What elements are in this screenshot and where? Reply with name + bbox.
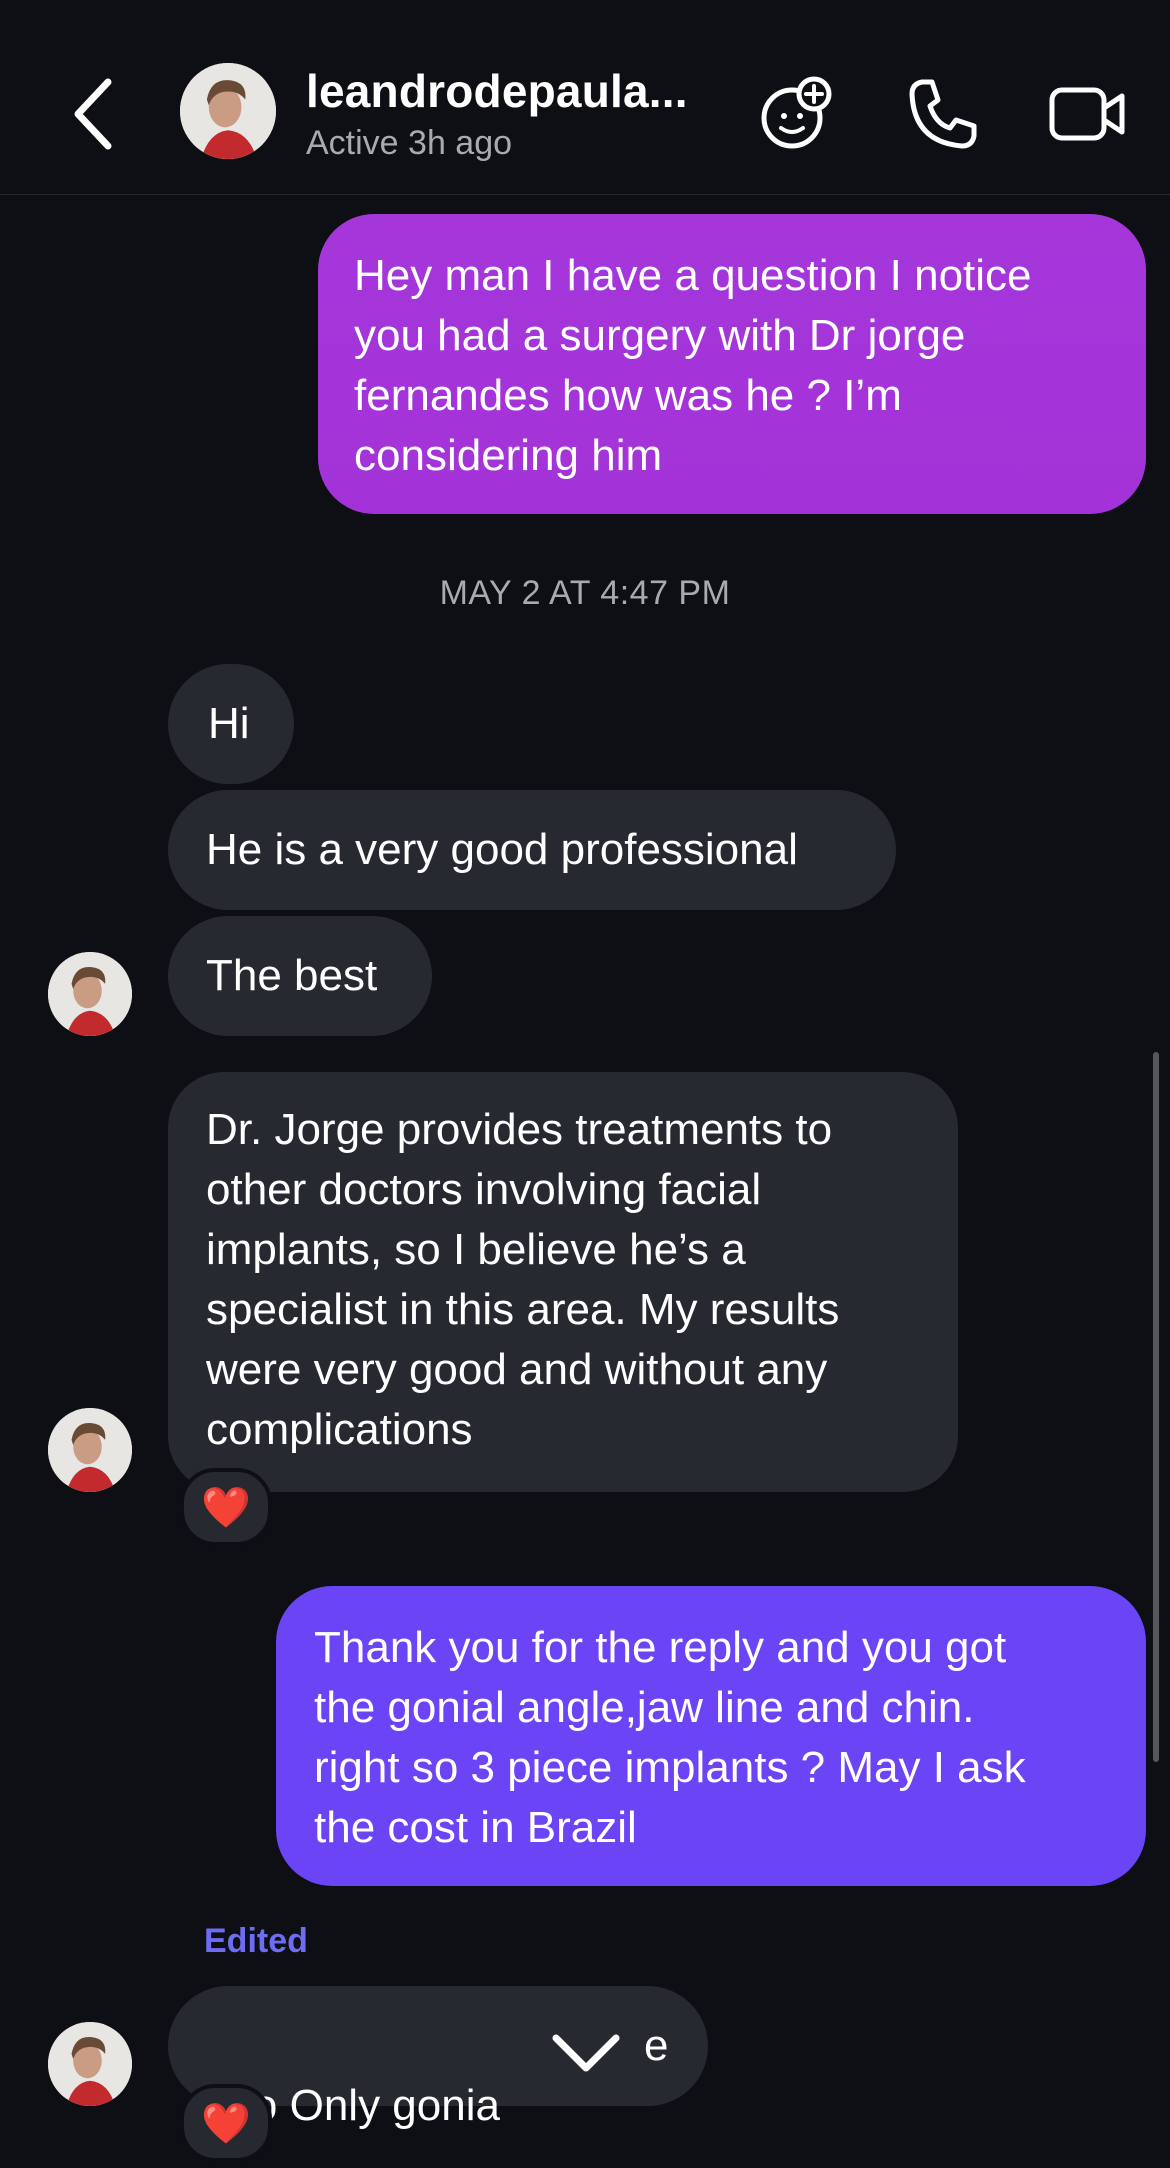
heart-reaction[interactable]: ❤️ <box>180 2084 272 2162</box>
heart-reaction[interactable]: ❤️ <box>180 1468 272 1546</box>
message-timestamp: MAY 2 AT 4:47 PM <box>439 574 731 612</box>
avatar[interactable] <box>48 952 132 1036</box>
chat-header: leandrodepaula... Active 3h ago <box>0 0 1170 195</box>
avatar[interactable] <box>180 63 276 159</box>
chat-username[interactable]: leandrodepaula... <box>306 64 688 118</box>
sent-message-bubble[interactable]: Thank you for the reply and you got the … <box>276 1586 1146 1886</box>
avatar-face-add-icon[interactable] <box>754 72 838 156</box>
received-message-bubble[interactable]: Hi <box>168 664 294 784</box>
active-status: Active 3h ago <box>306 124 513 162</box>
avatar[interactable] <box>48 2022 132 2106</box>
received-message-bubble[interactable]: The best <box>168 916 432 1036</box>
phone-icon[interactable] <box>900 72 984 156</box>
sent-message-bubble[interactable]: Hey man I have a question I notice you h… <box>318 214 1146 514</box>
received-message-bubble[interactable]: He is a very good professional <box>168 790 896 910</box>
received-message-bubble[interactable]: Dr. Jorge provides treatments to other d… <box>168 1072 958 1492</box>
scroll-down-chevron-icon[interactable] <box>542 2008 630 2096</box>
avatar[interactable] <box>48 1408 132 1492</box>
back-chevron-icon[interactable] <box>62 66 126 162</box>
video-camera-icon[interactable] <box>1044 72 1128 156</box>
scrollbar[interactable] <box>1153 1052 1159 1762</box>
message-text: e <box>644 2021 669 2070</box>
edited-label: Edited <box>204 1922 308 1960</box>
